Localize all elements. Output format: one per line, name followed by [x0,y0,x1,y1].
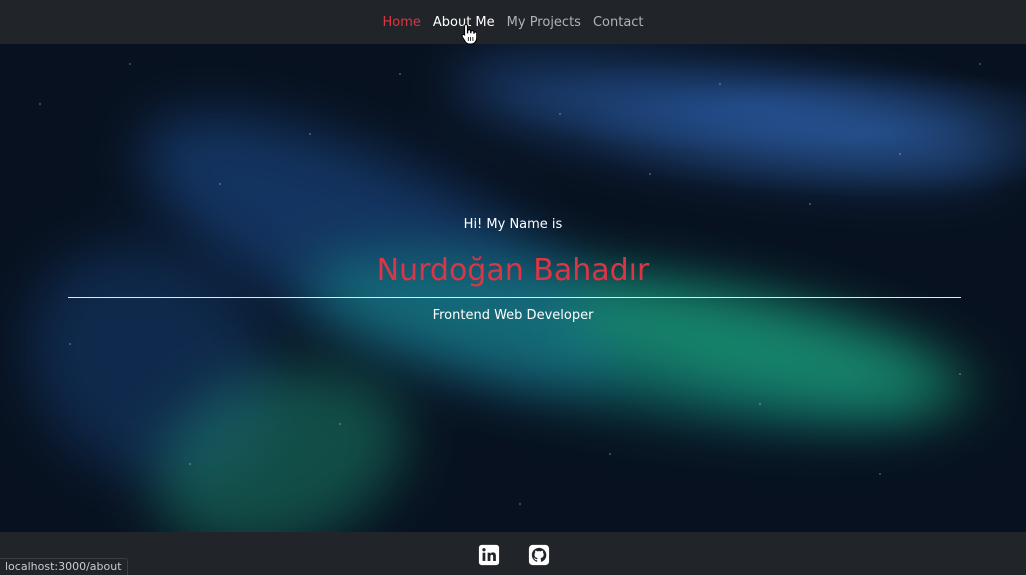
hero-name: Nurdoğan Bahadır [376,253,650,288]
hero-section: Hi! My Name is Nurdoğan Bahadır Frontend… [0,44,1026,532]
hero-content: Hi! My Name is Nurdoğan Bahadır Frontend… [0,44,1026,532]
hero-divider [68,297,961,298]
footer [0,532,1026,574]
github-icon[interactable] [528,544,550,566]
hero-role: Frontend Web Developer [432,308,594,323]
nav-link-home[interactable]: Home [382,15,420,30]
hero-greeting: Hi! My Name is [463,217,563,232]
top-navbar: Home About Me My Projects Contact [0,0,1026,44]
browser-status-url: localhost:3000/about [0,558,128,575]
linkedin-icon[interactable] [478,544,500,566]
hand-pointer-cursor-icon [461,23,477,45]
nav-link-my-projects[interactable]: My Projects [507,15,581,30]
nav-link-contact[interactable]: Contact [593,15,644,30]
